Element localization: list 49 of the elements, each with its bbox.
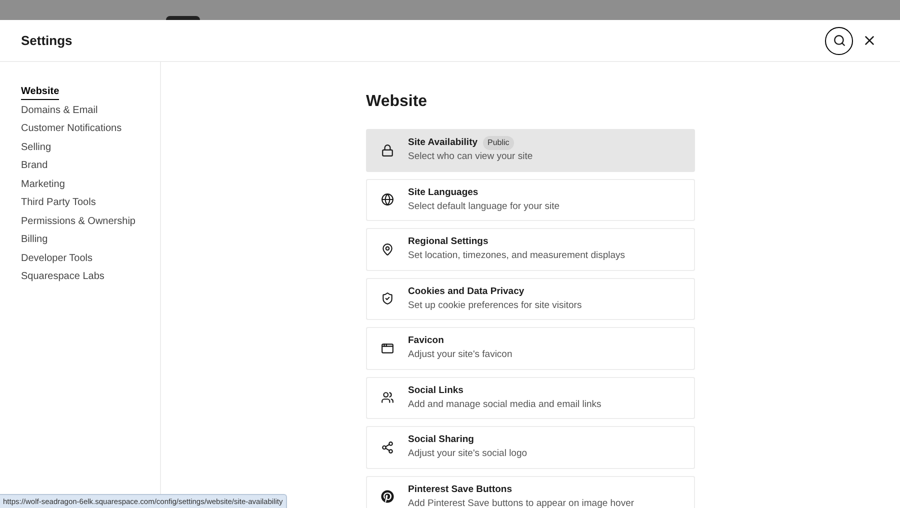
card-title: Pinterest Save Buttons [408,482,512,497]
card-title: Social Sharing [408,433,474,448]
settings-card[interactable]: Site Languages Select default language for your site [366,178,695,221]
sidebar-item[interactable]: Selling [21,140,52,156]
shield-check-icon [381,292,394,306]
page-heading: Website [366,92,428,112]
card-title: Cookies and Data Privacy [408,284,524,299]
sidebar-item[interactable]: Customer Notifications [21,121,122,137]
card-description: Set up cookie preferences for site visitors [408,298,582,313]
settings-card[interactable]: Social Sharing Adjust your site's social logo [366,426,695,468]
settings-card[interactable]: Favicon Adjust your site's favicon [366,327,695,370]
people-icon [381,391,394,404]
settings-card[interactable]: Regional Settings Set location, timezones, and measurement displays [366,228,695,270]
card-description: Select default language for your site [408,200,560,214]
globe-icon [381,193,394,206]
card-title: Favicon [408,334,444,348]
sidebar-item[interactable]: Brand [21,158,48,174]
card-title: Regional Settings [408,235,488,250]
sidebar-item[interactable]: Permissions & Ownership [21,214,136,230]
settings-card[interactable]: Cookies and Data Privacy Set up cookie preferences for site visitors [366,278,695,320]
card-description: Add and manage social media and email links [408,398,602,412]
share-icon [381,440,394,454]
card-title: Social Links [408,384,464,398]
search-button[interactable] [825,26,853,54]
card-title: Site Languages [408,186,478,200]
search-icon [832,34,846,47]
sidebar-item[interactable]: Developer Tools [21,250,93,266]
sidebar-item[interactable]: Website [21,84,60,100]
card-description: Set location, timezones, and measurement displays [408,249,626,264]
sidebar-item[interactable]: Marketing [21,176,65,192]
card-description: Adjust your site's favicon [408,348,512,362]
sidebar-item[interactable]: Third Party Tools [21,195,96,211]
settings-card[interactable]: Site Availability Public Select who can view your site [366,129,695,172]
card-description: Adjust your site's social logo [408,447,528,462]
backdrop-block [166,16,200,20]
pinterest-icon [381,490,394,504]
settings-title: Settings [21,32,72,50]
settings-card[interactable]: Pinterest Save Buttons Add Pinterest Save buttons to appear on image hover [366,476,695,508]
sidebar-item[interactable]: Domains & Email [21,102,98,118]
window-icon [381,342,394,355]
map-pin-icon [381,242,394,256]
card-title: Site Availability [408,136,478,150]
lock-icon [381,144,394,157]
sidebar-item[interactable]: Billing [21,232,48,248]
settings-card[interactable]: Social Links Add and manage social media and email links [366,376,695,419]
sidebar-item[interactable]: Squarespace Labs [21,269,104,285]
card-description: Select who can view your site [408,150,533,164]
status-badge: Public [482,136,514,150]
card-description: Add Pinterest Save buttons to appear on image hover [408,496,634,508]
